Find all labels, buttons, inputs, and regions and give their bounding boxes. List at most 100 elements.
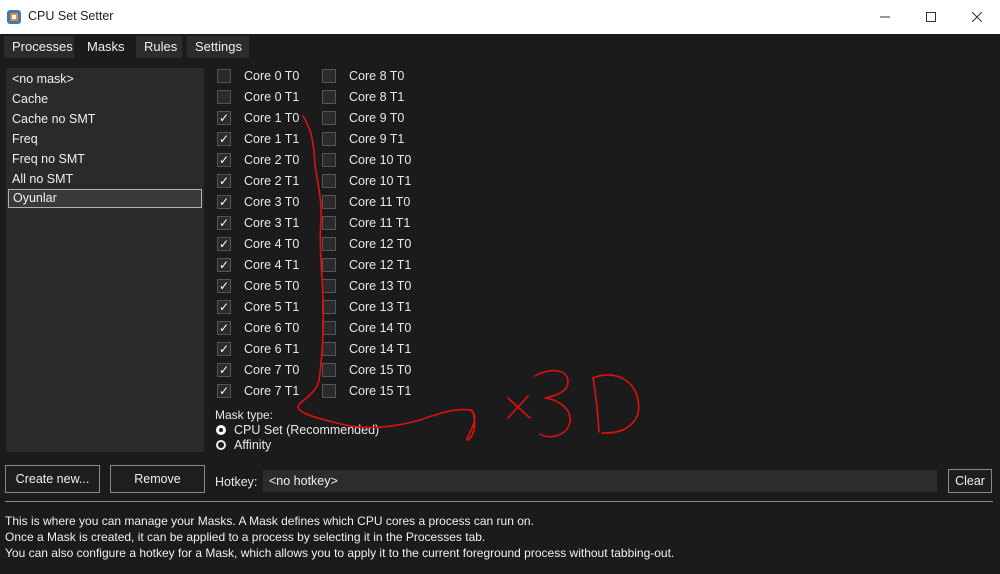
help-text-line: This is where you can manage your Masks.… [5, 514, 534, 528]
remove-button[interactable]: Remove [110, 465, 205, 493]
mask-list-item[interactable]: Freq no SMT [8, 150, 202, 169]
close-button[interactable] [954, 0, 1000, 34]
help-text-line: Once a Mask is created, it can be applie… [5, 530, 486, 544]
minimize-icon [880, 16, 890, 18]
checkbox-unchecked[interactable] [322, 216, 336, 230]
checkbox-unchecked[interactable] [322, 342, 336, 356]
checkbox-unchecked[interactable] [217, 90, 231, 104]
mask-list-item[interactable]: All no SMT [8, 170, 202, 189]
core-label: Core 11 T0 [349, 195, 411, 209]
checkbox-unchecked[interactable] [322, 153, 336, 167]
radio-cpu-set[interactable]: CPU Set (Recommended) [215, 423, 379, 439]
checkbox-checked[interactable]: ✓ [217, 195, 231, 209]
core-label: Core 15 T1 [349, 384, 412, 398]
tab-rules[interactable]: Rules [136, 36, 182, 58]
radio-affinity[interactable]: Affinity [215, 438, 375, 454]
core-label: Core 11 T1 [349, 216, 411, 230]
radio-cpu-set-label: CPU Set (Recommended) [234, 423, 380, 437]
checkbox-unchecked[interactable] [322, 90, 336, 104]
checkbox-checked[interactable]: ✓ [217, 384, 231, 398]
checkbox-checked[interactable]: ✓ [217, 216, 231, 230]
radio-dot[interactable] [216, 425, 226, 435]
mask-list-item[interactable]: Cache no SMT [8, 110, 202, 129]
tab-settings[interactable]: Settings [187, 36, 249, 58]
minimize-button[interactable] [862, 0, 908, 34]
core-label: Core 8 T0 [349, 69, 405, 83]
core-label: Core 15 T0 [349, 363, 412, 377]
close-icon [972, 12, 982, 22]
core-label: Core 8 T1 [349, 90, 405, 104]
core-label: Core 5 T0 [244, 279, 300, 293]
core-label: Core 5 T1 [244, 300, 300, 314]
cpu-app-icon [7, 10, 21, 24]
mask-list-item[interactable]: Freq [8, 130, 202, 149]
core-label: Core 1 T0 [244, 111, 300, 125]
mask-list-item[interactable]: Cache [8, 90, 202, 109]
checkbox-unchecked[interactable] [322, 300, 336, 314]
masks-page: <no mask> Cache Cache no SMT Freq Freq n… [0, 60, 1000, 574]
core-label: Core 2 T0 [244, 153, 300, 167]
checkbox-unchecked[interactable] [322, 279, 336, 293]
tab-masks[interactable]: Masks [79, 36, 131, 58]
checkbox-unchecked[interactable] [322, 69, 336, 83]
checkbox-checked[interactable]: ✓ [217, 111, 231, 125]
core-label: Core 6 T0 [244, 321, 300, 335]
checkbox-checked[interactable]: ✓ [217, 237, 231, 251]
core-label: Core 4 T0 [244, 237, 300, 251]
core-label: Core 9 T0 [349, 111, 405, 125]
core-label: Core 13 T0 [349, 279, 412, 293]
mask-list[interactable]: <no mask> Cache Cache no SMT Freq Freq n… [6, 68, 204, 452]
tab-processes[interactable]: Processes [4, 36, 74, 58]
core-label: Core 2 T1 [244, 174, 300, 188]
core-label: Core 7 T1 [244, 384, 300, 398]
checkbox-unchecked[interactable] [322, 363, 336, 377]
help-text-line: You can also configure a hotkey for a Ma… [5, 546, 675, 560]
checkbox-unchecked[interactable] [322, 384, 336, 398]
core-label: Core 7 T0 [244, 363, 300, 377]
checkbox-checked[interactable]: ✓ [217, 279, 231, 293]
maximize-button[interactable] [908, 0, 954, 34]
maximize-icon [926, 12, 936, 22]
core-label: Core 10 T1 [349, 174, 412, 188]
hotkey-input[interactable]: <no hotkey> [263, 470, 937, 492]
app-window: CPU Set Setter Processes Masks Rules Set… [0, 0, 1000, 574]
checkbox-unchecked[interactable] [322, 237, 336, 251]
checkbox-checked[interactable]: ✓ [217, 342, 231, 356]
checkbox-unchecked[interactable] [322, 111, 336, 125]
checkbox-checked[interactable]: ✓ [217, 321, 231, 335]
mask-list-item[interactable]: <no mask> [8, 70, 202, 89]
title-bar[interactable]: CPU Set Setter [0, 0, 1000, 34]
checkbox-checked[interactable]: ✓ [217, 174, 231, 188]
create-new-button[interactable]: Create new... [5, 465, 100, 493]
hotkey-label: Hotkey: [215, 475, 258, 489]
core-label: Core 4 T1 [244, 258, 300, 272]
checkbox-unchecked[interactable] [322, 258, 336, 272]
tab-bar: Processes Masks Rules Settings [0, 34, 1000, 60]
checkbox-checked[interactable]: ✓ [217, 258, 231, 272]
checkbox-checked[interactable]: ✓ [217, 300, 231, 314]
core-label: Core 14 T1 [349, 342, 412, 356]
core-label: Core 6 T1 [244, 342, 300, 356]
core-label: Core 0 T1 [244, 90, 300, 104]
checkbox-unchecked[interactable] [217, 69, 231, 83]
checkbox-unchecked[interactable] [322, 195, 336, 209]
core-label: Core 3 T0 [244, 195, 300, 209]
checkbox-unchecked[interactable] [322, 321, 336, 335]
checkbox-checked[interactable]: ✓ [217, 363, 231, 377]
checkbox-unchecked[interactable] [322, 174, 336, 188]
core-label: Core 12 T1 [349, 258, 412, 272]
mask-list-item-selected[interactable]: Oyunlar [8, 189, 202, 208]
clear-button[interactable]: Clear [948, 469, 992, 493]
checkbox-checked[interactable]: ✓ [217, 132, 231, 146]
core-label: Core 3 T1 [244, 216, 300, 230]
mask-type-label: Mask type: [215, 408, 274, 422]
core-label: Core 0 T0 [244, 69, 300, 83]
divider [5, 501, 993, 502]
radio-affinity-label: Affinity [234, 438, 272, 452]
radio-dot[interactable] [216, 440, 226, 450]
core-label: Core 1 T1 [244, 132, 300, 146]
checkbox-checked[interactable]: ✓ [217, 153, 231, 167]
checkbox-unchecked[interactable] [322, 132, 336, 146]
core-label: Core 10 T0 [349, 153, 412, 167]
window-title: CPU Set Setter [28, 9, 114, 23]
